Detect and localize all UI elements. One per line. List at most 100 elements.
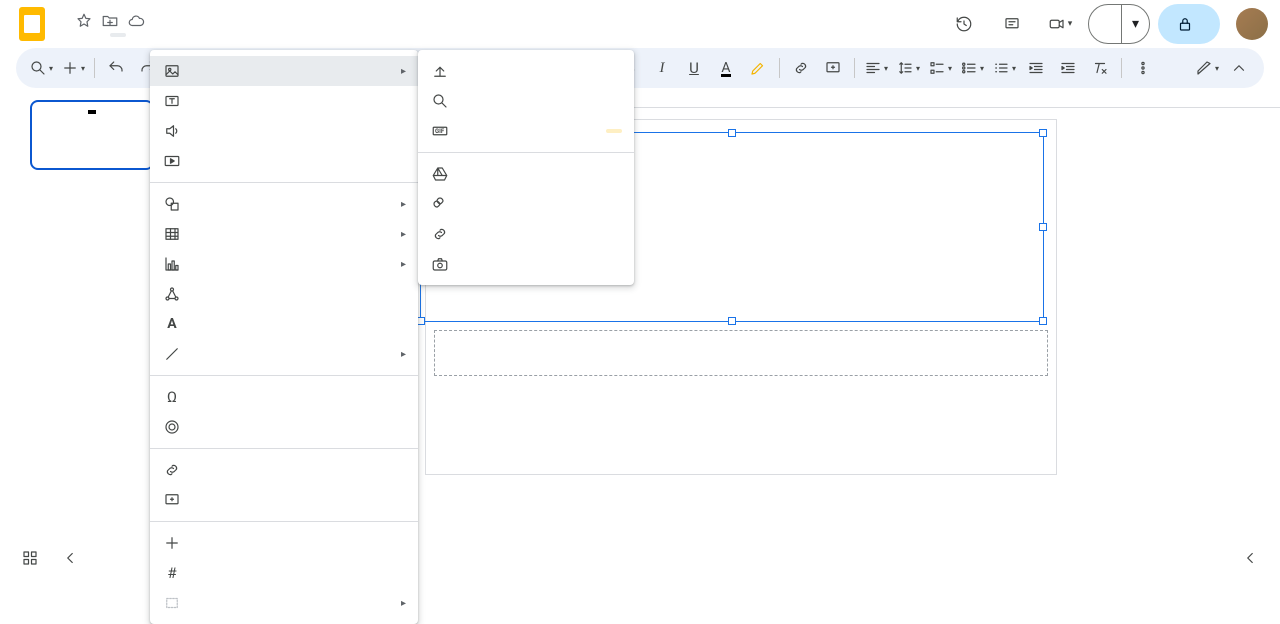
plus-icon — [162, 533, 182, 553]
link-icon — [162, 460, 182, 480]
insert-audio[interactable] — [150, 116, 418, 146]
subtitle-placeholder[interactable] — [434, 330, 1048, 376]
history-icon[interactable] — [944, 4, 984, 44]
checklist-button[interactable] — [925, 53, 955, 83]
insert-chart[interactable]: ▸ — [150, 249, 418, 279]
line-icon — [162, 344, 182, 364]
insert-link-button[interactable] — [786, 53, 816, 83]
image-by-url[interactable] — [418, 219, 634, 249]
chart-icon — [162, 254, 182, 274]
diagram-icon — [162, 284, 182, 304]
image-gifs[interactable]: GIF — [418, 116, 634, 146]
explore-icon[interactable] — [1236, 544, 1264, 572]
numbered-list-button[interactable] — [989, 53, 1019, 83]
app-header: ▾ ▾ — [0, 0, 1280, 48]
align-button[interactable] — [861, 53, 891, 83]
filmstrip[interactable] — [0, 92, 160, 576]
cloud-icon[interactable] — [126, 11, 146, 31]
menu-file[interactable] — [56, 33, 72, 37]
image-icon — [162, 61, 182, 81]
highlight-button[interactable] — [743, 53, 773, 83]
slide-thumbnail[interactable] — [30, 100, 154, 170]
collapse-toolbar-icon[interactable] — [1224, 53, 1254, 83]
shape-icon — [162, 194, 182, 214]
submenu-arrow-icon: ▸ — [401, 598, 406, 609]
submenu-arrow-icon: ▸ — [401, 66, 406, 77]
undo-button[interactable] — [101, 53, 131, 83]
mode-button[interactable] — [1192, 53, 1222, 83]
collapse-panel-icon[interactable] — [56, 544, 84, 572]
insert-image[interactable]: ▸ — [150, 56, 418, 86]
indent-increase-button[interactable] — [1053, 53, 1083, 83]
image-submenu: GIF — [418, 50, 634, 285]
insert-placeholder: ▸ — [150, 588, 418, 618]
table-icon — [162, 224, 182, 244]
bulleted-list-button[interactable] — [957, 53, 987, 83]
share-button[interactable] — [1158, 4, 1220, 44]
image-drive[interactable] — [418, 159, 634, 189]
gif-icon: GIF — [430, 121, 450, 141]
slides-logo[interactable] — [12, 4, 52, 44]
underline-button[interactable]: U — [679, 53, 709, 83]
submenu-arrow-icon: ▸ — [401, 349, 406, 360]
insert-diagram[interactable] — [150, 279, 418, 309]
menu-tools[interactable] — [182, 33, 198, 37]
slideshow-dropdown-icon[interactable]: ▾ — [1121, 5, 1149, 43]
menu-insert[interactable] — [110, 33, 126, 37]
image-photos[interactable] — [418, 189, 634, 219]
omega-icon: Ω — [162, 387, 182, 407]
insert-new-slide[interactable] — [150, 528, 418, 558]
upload-icon — [430, 61, 450, 81]
insert-line[interactable]: ▸ — [150, 339, 418, 369]
image-search-web[interactable] — [418, 86, 634, 116]
menubar — [56, 33, 944, 37]
menu-extensions[interactable] — [200, 33, 216, 37]
insert-comment-button[interactable] — [818, 53, 848, 83]
insert-video[interactable] — [150, 146, 418, 176]
menu-format[interactable] — [128, 33, 144, 37]
text-box-icon — [162, 91, 182, 111]
insert-text-box[interactable] — [150, 86, 418, 116]
clear-formatting-button[interactable] — [1085, 53, 1115, 83]
insert-comment[interactable] — [150, 485, 418, 515]
comments-icon[interactable] — [992, 4, 1032, 44]
image-upload[interactable] — [418, 56, 634, 86]
menu-view[interactable] — [92, 33, 108, 37]
new-badge — [606, 129, 622, 133]
placeholder-icon — [162, 593, 182, 613]
search-menu-button[interactable] — [26, 53, 56, 83]
star-icon[interactable] — [74, 11, 94, 31]
insert-slide-numbers[interactable]: # — [150, 558, 418, 588]
italic-button[interactable]: I — [647, 53, 677, 83]
insert-word-art[interactable]: A — [150, 309, 418, 339]
thumb-title-text — [88, 110, 96, 114]
menu-edit[interactable] — [74, 33, 90, 37]
link-icon — [430, 224, 450, 244]
drive-icon — [430, 164, 450, 184]
grid-view-icon[interactable] — [16, 544, 44, 572]
slideshow-button[interactable]: ▾ — [1088, 4, 1150, 44]
insert-shape[interactable]: ▸ — [150, 189, 418, 219]
more-button[interactable] — [1128, 53, 1158, 83]
line-spacing-button[interactable] — [893, 53, 923, 83]
indent-decrease-button[interactable] — [1021, 53, 1051, 83]
animation-icon — [162, 417, 182, 437]
text-color-button[interactable]: A — [711, 53, 741, 83]
new-slide-button[interactable] — [58, 53, 88, 83]
insert-special-characters[interactable]: Ω — [150, 382, 418, 412]
insert-animation[interactable] — [150, 412, 418, 442]
comment-icon — [162, 490, 182, 510]
doc-title[interactable] — [56, 19, 68, 23]
insert-table[interactable]: ▸ — [150, 219, 418, 249]
image-camera[interactable] — [418, 249, 634, 279]
insert-menu-dropdown: ▸ ▸ ▸ ▸ A ▸ Ω — [150, 50, 418, 624]
move-icon[interactable] — [100, 11, 120, 31]
menu-arrange[interactable] — [164, 33, 180, 37]
meet-icon[interactable]: ▾ — [1040, 4, 1080, 44]
insert-link[interactable] — [150, 455, 418, 485]
account-avatar[interactable] — [1236, 8, 1268, 40]
menu-slide[interactable] — [146, 33, 162, 37]
camera-icon — [430, 254, 450, 274]
menu-help[interactable] — [218, 33, 234, 37]
submenu-arrow-icon: ▸ — [401, 229, 406, 240]
